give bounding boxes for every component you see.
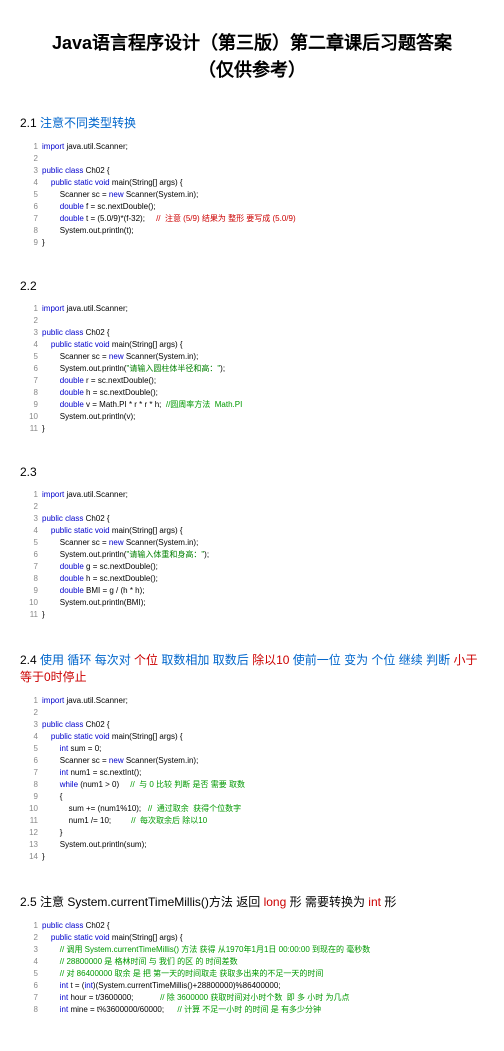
code-block: 1import java.util.Scanner; 2 3public cla… xyxy=(20,303,484,435)
code-block: 1import java.util.Scanner; 2 3public cla… xyxy=(20,141,484,249)
section-title: 2.4 使用 循环 每次对 个位 取数相加 取数后 除以10 使前一位 变为 个… xyxy=(20,651,484,685)
code-block: 1public class Ch02 { 2 public static voi… xyxy=(20,920,484,1016)
section-title: 2.3 xyxy=(20,465,484,479)
code-block: 1import java.util.Scanner; 2 3public cla… xyxy=(20,489,484,621)
page-title: Java语言程序设计（第三版）第二章课后习题答案（仅供参考） xyxy=(20,20,484,99)
section-title: 2.5 注意 System.currentTimeMillis()方法 返回 l… xyxy=(20,893,484,910)
section-title: 2.2 xyxy=(20,279,484,293)
section-title: 2.1 注意不同类型转换 xyxy=(20,114,484,131)
code-block: 1import java.util.Scanner; 2 3public cla… xyxy=(20,695,484,863)
